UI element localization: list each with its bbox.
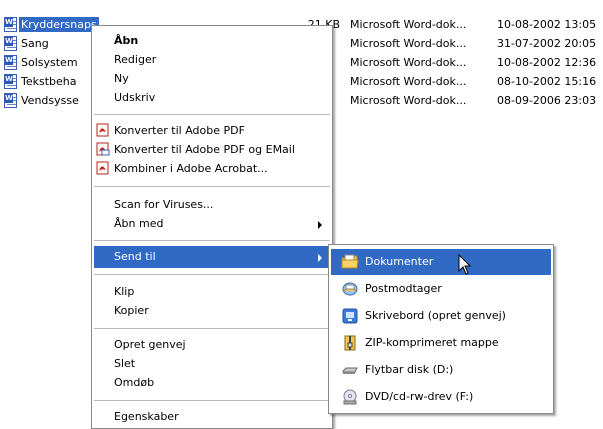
file-type: Microsoft Word-dok... [350, 94, 467, 107]
file-type: Microsoft Word-dok... [350, 75, 467, 88]
menu-separator [94, 400, 330, 401]
submenu-arrow-icon [318, 221, 322, 229]
file-date: 08-10-2002 15:16 [497, 75, 597, 88]
menu-separator [94, 328, 330, 329]
dvd-drive-icon [343, 389, 357, 405]
send-to-zip[interactable]: ZIP-komprimeret mappe [331, 330, 551, 356]
send-to-documents[interactable]: Dokumenter [331, 249, 551, 275]
file-name[interactable]: Vendsysse [21, 94, 79, 107]
menu-separator [94, 186, 330, 187]
mouse-cursor-icon [458, 254, 472, 275]
menu-item-combine-acrobat[interactable]: Kombiner i Adobe Acrobat... [94, 158, 330, 180]
menu-item-send-to[interactable]: Send til [94, 246, 330, 268]
desktop-shortcut-icon [342, 308, 358, 324]
menu-item-open-with[interactable]: Åbn med [94, 213, 330, 235]
word-document-icon: W [4, 55, 17, 70]
file-type: Microsoft Word-dok... [350, 56, 467, 69]
menu-item-copy[interactable]: Kopier [94, 300, 330, 322]
file-name[interactable]: Sang [21, 37, 49, 50]
adobe-pdf-email-icon [96, 142, 110, 156]
folder-icon [341, 254, 359, 269]
send-to-removable-disk[interactable]: Flytbar disk (D:) [331, 357, 551, 383]
menu-item-print[interactable]: Udskriv [94, 87, 330, 109]
word-document-icon: W [4, 36, 17, 51]
file-date: 10-08-2002 13:05 [497, 18, 597, 31]
submenu-arrow-icon [318, 254, 322, 262]
send-to-mail-recipient[interactable]: Postmodtager [331, 276, 551, 302]
adobe-pdf-icon [96, 123, 109, 137]
context-menu: Åbn Rediger Ny Udskriv Konverter til Ado… [91, 25, 333, 429]
file-name[interactable]: Tekstbeha [21, 75, 77, 88]
file-name[interactable]: Solsystem [21, 56, 78, 69]
send-to-desktop[interactable]: Skrivebord (opret genvej) [331, 303, 551, 329]
menu-item-rename[interactable]: Omdøb [94, 372, 330, 394]
send-to-submenu: Dokumenter Postmodtager Skrivebord (opre… [328, 244, 554, 414]
zip-folder-icon [344, 335, 356, 351]
file-date: 08-09-2006 23:03 [497, 94, 597, 107]
file-date: 10-08-2002 12:36 [497, 56, 597, 69]
file-type: Microsoft Word-dok... [350, 18, 467, 31]
adobe-acrobat-icon [96, 161, 109, 175]
menu-separator [94, 114, 330, 115]
word-document-icon: W [4, 93, 17, 108]
send-to-dvd-drive[interactable]: DVD/cd-rw-drev (F:) [331, 384, 551, 410]
file-name[interactable]: Kryddersnaps [19, 17, 99, 32]
menu-separator [94, 274, 330, 275]
file-date: 31-07-2002 20:05 [497, 37, 597, 50]
word-document-icon: W [4, 17, 17, 32]
word-document-icon: W [4, 74, 17, 89]
removable-disk-icon [342, 367, 358, 374]
mail-recipient-icon [342, 282, 358, 296]
menu-separator [94, 240, 330, 241]
file-type: Microsoft Word-dok... [350, 37, 467, 50]
